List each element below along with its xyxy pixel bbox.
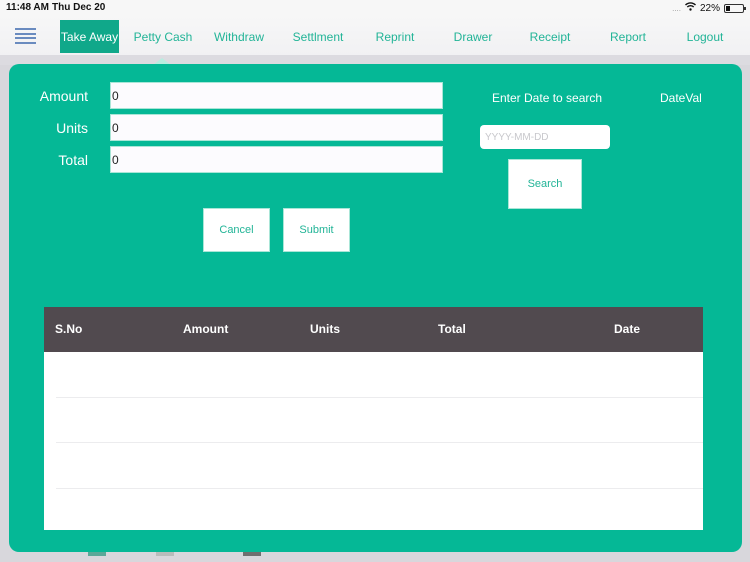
nav-tab-report[interactable]: Report — [600, 20, 656, 53]
top-nav-bar: Take Away Petty Cash Withdraw Settlment … — [0, 16, 750, 55]
search-date-label: Enter Date to search — [492, 91, 603, 105]
background-element — [243, 552, 261, 556]
cancel-button[interactable]: Cancel — [203, 208, 270, 252]
nav-tab-settlment[interactable]: Settlment — [284, 20, 352, 53]
row-divider — [56, 488, 703, 489]
units-label: Units — [56, 120, 88, 136]
search-button[interactable]: Search — [508, 159, 582, 209]
nav-tab-receipt[interactable]: Receipt — [522, 20, 578, 53]
status-time: 11:48 AM — [6, 2, 49, 13]
row-divider — [56, 397, 703, 398]
transactions-table: S.No Amount Units Total Date — [44, 307, 703, 530]
background-element — [88, 552, 106, 556]
nav-tab-drawer[interactable]: Drawer — [446, 20, 500, 53]
row-divider — [56, 442, 703, 443]
battery-icon — [724, 3, 746, 13]
nav-tab-logout[interactable]: Logout — [678, 20, 732, 53]
column-header-amount: Amount — [183, 322, 229, 336]
hamburger-menu-icon[interactable] — [15, 28, 36, 44]
nav-tab-withdraw[interactable]: Withdraw — [206, 20, 272, 53]
table-header: S.No Amount Units Total Date — [44, 307, 703, 352]
nav-tab-take-away[interactable]: Take Away — [60, 20, 119, 53]
date-search-input[interactable] — [480, 125, 610, 149]
date-value-label: DateVal — [660, 91, 702, 105]
total-label: Total — [58, 152, 88, 168]
battery-percent: 22% — [699, 2, 720, 14]
background-element — [156, 552, 174, 556]
wifi-icon — [684, 2, 696, 14]
units-input[interactable] — [110, 114, 443, 141]
signal-icon: .... — [672, 3, 681, 13]
submit-button[interactable]: Submit — [283, 208, 350, 252]
total-input[interactable] — [110, 146, 443, 173]
column-header-date: Date — [614, 322, 641, 336]
nav-tab-petty-cash[interactable]: Petty Cash — [128, 20, 198, 53]
status-date: Thu Dec 20 — [52, 2, 106, 13]
status-bar: 11:48 AM Thu Dec 20 .... 22% — [0, 0, 750, 16]
amount-input[interactable] — [110, 82, 443, 109]
amount-label: Amount — [39, 88, 88, 104]
column-header-units: Units — [310, 322, 340, 336]
column-header-sno: S.No — [55, 322, 83, 336]
status-indicators: .... 22% — [672, 2, 746, 14]
column-header-total: Total — [438, 322, 466, 336]
nav-tab-reprint[interactable]: Reprint — [366, 20, 424, 53]
